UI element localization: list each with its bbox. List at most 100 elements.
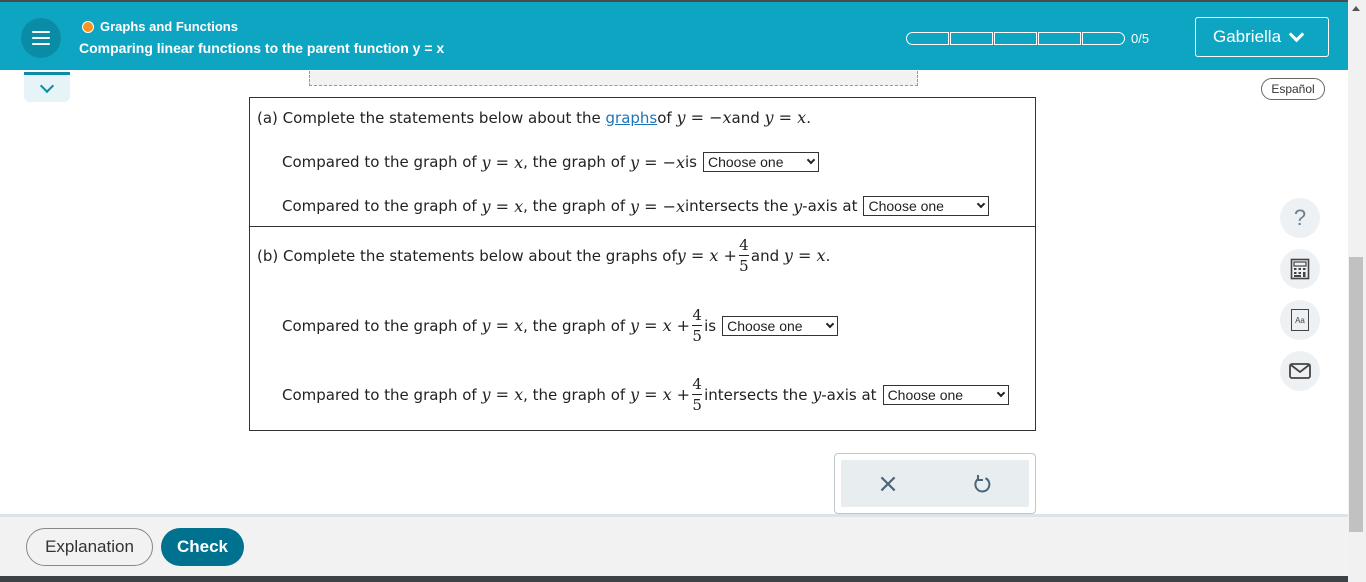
statement-text: , the graph of	[523, 385, 626, 404]
equation-y-x: y = x	[481, 385, 524, 404]
equation-y-x: y = x	[481, 196, 524, 216]
part-b-statement-2: Compared to the graph of y = x, the grap…	[282, 376, 1009, 413]
equation-y-x-plus: y = x +	[676, 246, 737, 265]
chevron-down-icon	[996, 388, 1005, 397]
intro-text: and	[731, 108, 760, 127]
equation-y-x: y = x	[481, 316, 524, 335]
progress-segment	[994, 32, 1037, 45]
statement-text: , the graph of	[523, 316, 626, 335]
clear-button[interactable]: ×	[841, 460, 935, 507]
part-a-intro: (a) Complete the statements below about …	[257, 108, 811, 127]
undo-button[interactable]	[935, 460, 1029, 507]
chevron-down-icon	[977, 199, 986, 209]
fraction-denominator: 5	[692, 327, 702, 345]
question-mark-icon: ?	[1293, 205, 1307, 230]
reference-button[interactable]: Aa	[1280, 300, 1320, 340]
progress-segment	[950, 32, 993, 45]
topic-title: Graphs and Functions	[100, 19, 238, 34]
user-name: Gabriella	[1213, 27, 1282, 46]
intro-text: and	[750, 246, 780, 265]
hamburger-icon	[32, 31, 50, 45]
spanish-language-button[interactable]: Español	[1261, 78, 1325, 100]
statement-text: Compared to the graph of	[282, 153, 477, 171]
part-a-select-2[interactable]: Choose one	[863, 196, 990, 216]
select-value: Choose one	[727, 317, 803, 334]
fraction-numerator: 4	[739, 236, 749, 254]
axis-variable: y	[793, 196, 803, 216]
mail-icon	[1289, 363, 1311, 379]
fraction-bar	[738, 255, 749, 256]
top-bar: Graphs and Functions Comparing linear fu…	[0, 0, 1348, 70]
topic-status-dot-icon	[82, 20, 94, 33]
fraction-denominator: 5	[739, 257, 749, 275]
statement-text: Compared to the graph of	[282, 197, 477, 215]
progress-bar	[906, 32, 1125, 45]
calculator-button[interactable]	[1280, 249, 1320, 289]
select-value: Choose one	[887, 386, 964, 403]
fraction-bar	[692, 394, 703, 395]
fraction-bar	[692, 325, 703, 326]
message-button[interactable]	[1280, 351, 1320, 391]
part-a-statement-2: Compared to the graph of y = x, the grap…	[282, 196, 990, 216]
graphs-link[interactable]: graphs	[606, 109, 658, 127]
statement-text: Compared to the graph of	[282, 316, 477, 335]
statement-text: intersects the	[685, 197, 789, 215]
progress-count: 0/5	[1131, 31, 1150, 46]
statement-text: is	[685, 153, 697, 171]
statement-text: is	[704, 316, 717, 335]
select-value: Choose one	[707, 154, 784, 170]
calculator-icon	[1290, 258, 1310, 280]
statement-text: -axis at	[821, 385, 877, 404]
fraction-four-fifths: 45	[738, 236, 749, 275]
progress-segment	[906, 32, 949, 45]
statement-text: Compared to the graph of	[282, 385, 477, 404]
reference-icon: Aa	[1291, 309, 1309, 331]
progress-segment	[1038, 32, 1081, 45]
close-icon: ×	[877, 468, 899, 499]
undo-icon	[974, 474, 991, 492]
intro-text: of	[657, 108, 672, 127]
intro-text: .	[806, 108, 811, 127]
help-button[interactable]: ?	[1280, 198, 1320, 238]
part-a-select-1[interactable]: Choose one	[702, 152, 819, 172]
lesson-title: Comparing linear functions to the parent…	[79, 40, 445, 56]
chevron-down-icon	[39, 78, 55, 94]
part-b-intro: (b) Complete the statements below about …	[257, 237, 830, 274]
user-menu-button[interactable]: Gabriella	[1195, 17, 1329, 57]
fraction-four-fifths: 45	[692, 306, 703, 345]
chevron-down-icon	[806, 155, 816, 165]
equation-y-neg-x: y = −x	[629, 152, 685, 172]
equation-y-x: y = x	[481, 152, 524, 172]
part-b-select-1[interactable]: Choose one	[722, 315, 839, 336]
chevron-down-icon	[825, 319, 835, 328]
question-part-a: (a) Complete the statements below about …	[249, 97, 1036, 227]
topic-breadcrumb: Graphs and Functions	[82, 19, 238, 34]
menu-button[interactable]	[21, 18, 61, 58]
scroll-up-arrow-icon[interactable]	[1352, 6, 1360, 11]
answer-action-buttons: ×	[841, 460, 1029, 507]
intro-text: (a) Complete the statements below about …	[257, 108, 601, 127]
equation-y-neg-x: y = −x	[629, 196, 685, 216]
explanation-button[interactable]: Explanation	[26, 528, 153, 566]
check-button[interactable]: Check	[161, 528, 244, 566]
side-toolbar: ? Aa	[1280, 198, 1320, 391]
equation-y-x: y = x	[783, 246, 826, 265]
statement-text: intersects the	[704, 385, 808, 404]
fraction-four-fifths: 45	[692, 375, 703, 414]
statement-text: , the graph of	[523, 153, 626, 171]
equation-y-x-plus: y = x +	[629, 316, 691, 335]
collapse-header-button[interactable]	[24, 72, 70, 102]
chevron-down-icon	[1288, 26, 1305, 42]
scrollbar-thumb[interactable]	[1349, 257, 1363, 532]
question-part-b: (b) Complete the statements below about …	[249, 226, 1036, 431]
axis-variable: y	[812, 385, 822, 404]
fraction-numerator: 4	[692, 306, 702, 324]
fraction-denominator: 5	[692, 396, 702, 414]
fraction-numerator: 4	[692, 375, 702, 393]
previous-content-divider	[309, 71, 918, 86]
part-b-select-2[interactable]: Choose one	[882, 384, 1009, 405]
progress-segment	[1082, 32, 1125, 45]
equation-y-x-plus: y = x +	[629, 385, 691, 404]
intro-text: .	[825, 246, 831, 265]
footer-bottom-strip	[0, 576, 1348, 582]
